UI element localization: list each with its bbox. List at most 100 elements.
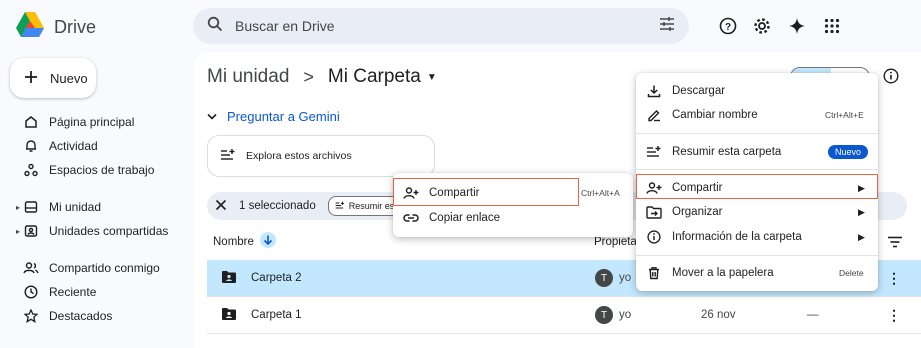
search-filters-icon[interactable] (659, 16, 675, 37)
table-row[interactable]: Carpeta 1 T yo 26 nov — ⋮ (207, 297, 921, 333)
gemini-suggestion-label: Explora estos archivos (246, 150, 352, 162)
shared-with-me-icon (23, 260, 39, 276)
menu-item-organize[interactable]: Organizar ▶ (636, 200, 878, 224)
more-actions-icon[interactable]: ⋮ (887, 307, 901, 324)
summarize-icon (646, 144, 662, 160)
menu-item-trash[interactable]: Mover a la papelera Delete (636, 261, 878, 285)
new-button-label: Nuevo (50, 70, 88, 86)
menu-divider (636, 133, 878, 134)
apps-grid-icon[interactable] (820, 14, 844, 38)
avatar: T (595, 306, 613, 324)
drive-logo[interactable]: Drive (16, 12, 96, 42)
selection-count: 1 seleccionado (239, 200, 316, 212)
sort-arrow-down-icon[interactable] (259, 232, 276, 251)
more-actions-icon[interactable]: ⋮ (887, 270, 901, 287)
close-icon[interactable] (215, 199, 227, 214)
submenu-item-label: Copiar enlace (429, 212, 500, 224)
breadcrumb-separator: > (303, 66, 314, 87)
plus-icon (24, 70, 38, 87)
avatar: T (595, 269, 613, 287)
caret-down-icon[interactable]: ▼ (427, 72, 437, 83)
download-icon (646, 83, 662, 99)
submenu-item-copy-link[interactable]: Copiar enlace (393, 206, 633, 230)
sidebar-item-label: Compartido conmigo (49, 261, 160, 275)
menu-item-rename[interactable]: Cambiar nombre Ctrl+Alt+E (636, 103, 878, 127)
menu-item-folder-info[interactable]: Información de la carpeta ▶ (636, 225, 878, 249)
file-size: — (807, 309, 819, 321)
menu-item-label: Cambiar nombre (672, 109, 758, 121)
folder-move-icon (646, 204, 662, 220)
menu-divider (636, 255, 878, 256)
highlight-box (636, 174, 878, 199)
summarize-chip-label: Resumir es (348, 201, 395, 211)
breadcrumb: Mi unidad > Mi Carpeta ▼ (207, 66, 437, 88)
summarize-icon (335, 201, 345, 212)
menu-item-label: Descargar (672, 85, 726, 97)
star-icon (23, 308, 39, 324)
settings-icon[interactable] (750, 14, 774, 38)
breadcrumb-root[interactable]: Mi unidad (207, 66, 289, 88)
sidebar-item-label: Reciente (49, 285, 97, 299)
search-bar[interactable]: Buscar en Drive (193, 8, 689, 44)
gemini-spark-icon[interactable] (785, 14, 809, 38)
submenu-arrow-icon: ▶ (858, 206, 865, 217)
file-name[interactable]: Carpeta 1 (251, 309, 302, 321)
owner-name: yo (619, 309, 632, 321)
ask-gemini-toggle[interactable]: Preguntar a Gemini (207, 109, 340, 124)
search-input[interactable]: Buscar en Drive (235, 18, 659, 34)
new-badge: Nuevo (828, 145, 869, 159)
search-icon[interactable] (207, 16, 223, 37)
new-button[interactable]: Nuevo (10, 58, 96, 98)
link-icon (403, 210, 419, 226)
modified-date: 26 nov (701, 309, 736, 321)
sort-options-icon[interactable] (887, 235, 903, 253)
row-divider (207, 333, 921, 334)
expand-caret-icon[interactable]: ▸ (16, 227, 20, 236)
shared-drives-icon (23, 223, 39, 239)
menu-item-label: Resumir esta carpeta (672, 146, 782, 158)
app-name: Drive (54, 16, 97, 37)
sidebar-item-label: Espacios de trabajo (49, 163, 155, 177)
expand-caret-icon[interactable]: ▸ (16, 203, 20, 212)
menu-item-download[interactable]: Descargar (636, 79, 878, 103)
column-header-name[interactable]: Nombre (213, 232, 276, 251)
column-header-owner[interactable]: Propieta (594, 236, 637, 248)
sidebar-item-label: Destacados (49, 309, 113, 323)
shared-folder-icon (221, 307, 237, 324)
help-icon[interactable]: ? (716, 14, 740, 38)
breadcrumb-current[interactable]: Mi Carpeta (328, 66, 421, 88)
drive-logo-icon (16, 12, 44, 42)
file-name[interactable]: Carpeta 2 (251, 272, 302, 284)
highlight-box (393, 178, 579, 206)
my-drive-icon (23, 199, 39, 215)
details-info-icon[interactable] (883, 68, 899, 89)
menu-item-summarize-folder[interactable]: Resumir esta carpeta Nuevo (636, 140, 878, 164)
summarize-chip[interactable]: Resumir es (327, 196, 402, 216)
menu-item-label: Organizar (672, 206, 723, 218)
submenu-arrow-icon: ▶ (858, 231, 865, 242)
shortcut-hint: Ctrl+Alt+E (825, 110, 864, 120)
sidebar-item-label: Actividad (49, 139, 98, 153)
home-icon (23, 114, 39, 130)
sidebar-item-label: Unidades compartidas (49, 224, 169, 238)
clock-icon (23, 284, 39, 300)
summarize-icon (220, 148, 236, 165)
shortcut-hint: Delete (839, 268, 864, 278)
info-icon (646, 229, 662, 245)
shared-folder-icon (221, 270, 237, 287)
svg-text:?: ? (725, 22, 731, 33)
workspaces-icon (23, 162, 39, 178)
sidebar-item-label: Mi unidad (49, 200, 102, 214)
sidebar-item-label: Página principal (49, 115, 135, 129)
menu-item-label: Mover a la papelera (672, 267, 774, 279)
rename-icon (646, 107, 662, 123)
trash-icon (646, 265, 662, 281)
top-bar: Drive Buscar en Drive ? (0, 0, 921, 52)
owner-name: yo (619, 272, 632, 284)
column-name-label: Nombre (213, 235, 254, 248)
ask-gemini-label: Preguntar a Gemini (227, 109, 340, 124)
chevron-down-icon (207, 109, 217, 124)
menu-divider (636, 169, 878, 170)
shortcut-hint: Ctrl+Alt+A (581, 188, 620, 198)
gemini-suggestion-card[interactable]: Explora estos archivos (207, 135, 435, 177)
